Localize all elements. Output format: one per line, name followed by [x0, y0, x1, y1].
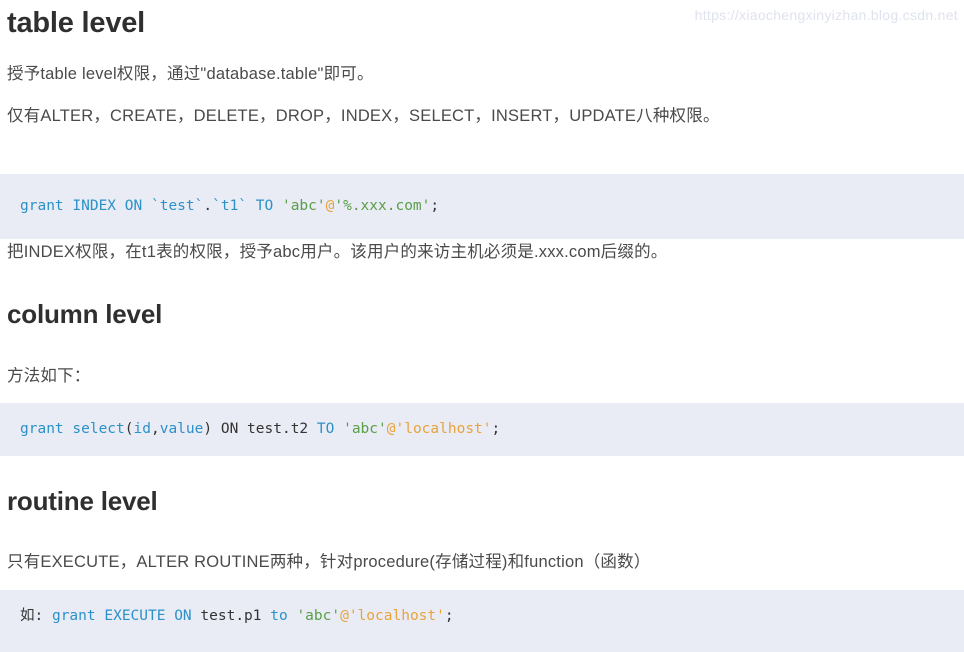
code-token: ON	[220, 421, 239, 437]
code-token: .	[203, 198, 213, 214]
code-token: TO	[255, 198, 274, 214]
code-token: ,	[150, 421, 160, 437]
code-token: '%.xxx.com'	[334, 198, 431, 214]
paragraph-routine-level-intro: 只有EXECUTE，ALTER ROUTINE两种，针对procedure(存储…	[7, 553, 651, 571]
heading-routine-level: routine level	[7, 486, 158, 516]
article-page: table level 授予table level权限，通过"database.…	[0, 0, 964, 652]
code-token: `t1`	[212, 198, 248, 214]
code-token: 'abc'	[343, 421, 387, 437]
code-token: 'localhost'	[395, 421, 492, 437]
paragraph-table-level-privileges: 仅有ALTER，CREATE，DELETE，DROP，INDEX，SELECT，…	[7, 107, 720, 125]
heading-table-level: table level	[7, 7, 146, 39]
paragraph-table-level-intro: 授予table level权限，通过"database.table"即可。	[7, 65, 374, 83]
code-token: EXECUTE	[104, 608, 166, 624]
code-token: ;	[430, 198, 440, 214]
code-token: test.p1	[200, 608, 262, 624]
code-line: 如: grant EXECUTE ON test.p1 to 'abc'@'lo…	[0, 608, 454, 624]
code-token: 如:	[20, 608, 44, 624]
code-token: `test`	[150, 198, 204, 214]
heading-column-level: column level	[7, 299, 163, 329]
paragraph-table-level-explanation: 把INDEX权限，在t1表的权限，授予abc用户。该用户的来访主机必须是.xxx…	[7, 243, 668, 261]
code-line: grant INDEX ON `test`.`t1` TO 'abc'@'%.x…	[0, 198, 439, 214]
code-token: grant	[20, 198, 64, 214]
code-block-grant-select-column[interactable]: grant select(id,value) ON test.t2 TO 'ab…	[0, 403, 964, 456]
code-token: ;	[491, 421, 501, 437]
code-token: (	[124, 421, 134, 437]
code-token: 'abc'	[281, 198, 326, 214]
code-token: ;	[444, 608, 454, 624]
code-token: grant	[51, 608, 96, 624]
code-token: TO	[316, 421, 335, 437]
code-token: ON	[124, 198, 143, 214]
code-token: to	[270, 608, 288, 624]
code-token: ON	[174, 608, 192, 624]
code-block-grant-index-table[interactable]: grant INDEX ON `test`.`t1` TO 'abc'@'%.x…	[0, 174, 964, 239]
code-token: 'localhost'	[348, 608, 445, 624]
code-line: grant select(id,value) ON test.t2 TO 'ab…	[0, 421, 500, 437]
code-token: test.t2	[247, 421, 309, 437]
code-block-grant-execute-routine[interactable]: 如: grant EXECUTE ON test.p1 to 'abc'@'lo…	[0, 590, 964, 652]
code-token: select	[72, 421, 125, 437]
code-token: 'abc'	[296, 608, 341, 624]
code-token: id	[133, 421, 151, 437]
code-token: )	[203, 421, 213, 437]
paragraph-column-level-intro: 方法如下：	[7, 367, 91, 385]
code-token: @	[340, 608, 349, 624]
code-token: value	[159, 421, 204, 437]
code-token: grant	[20, 421, 64, 437]
code-token: INDEX	[72, 198, 117, 214]
